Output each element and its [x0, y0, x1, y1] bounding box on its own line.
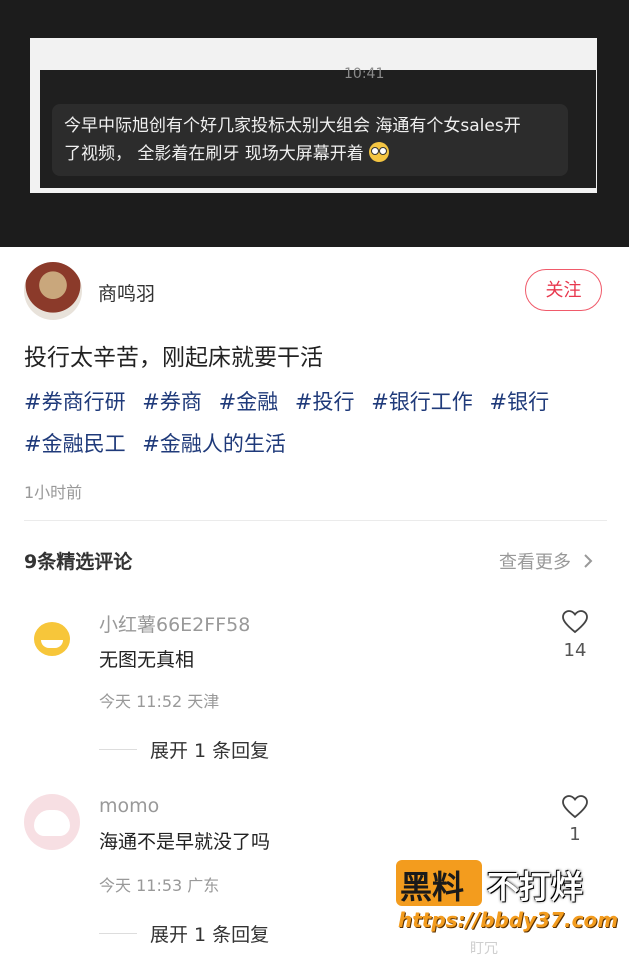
commenter-name[interactable]: 小红薯66E2FF58: [99, 610, 250, 637]
commenter-avatar[interactable]: [24, 794, 80, 850]
tag-link[interactable]: #券商行研: [24, 390, 126, 414]
comments-count-heading: 9条精选评论: [24, 551, 133, 573]
heart-icon[interactable]: [562, 610, 588, 634]
post-title: 投行太辛苦，刚起床就要干活: [24, 345, 323, 371]
chat-message-line1: 今早中际旭创有个好几家投标太别大组会 海通有个女sales开: [64, 116, 521, 136]
comment-text: 海通不是早就没了吗: [99, 831, 271, 853]
cartoon-face-icon: [34, 810, 70, 836]
tag-link[interactable]: #金融人的生活: [142, 432, 286, 456]
tag-link[interactable]: #银行: [489, 390, 549, 414]
reply-connector-line: [99, 749, 137, 750]
chevron-right-icon: [584, 554, 593, 568]
comment-text: 无图无真相: [99, 649, 195, 671]
commenter-name[interactable]: momo: [99, 795, 159, 817]
chat-message-bubble: 今早中际旭创有个好几家投标太别大组会 海通有个女sales开 了视频， 全影着在…: [52, 104, 568, 176]
expand-replies-button[interactable]: 展开 1 条回复: [150, 920, 269, 947]
tag-link[interactable]: #券商: [142, 390, 202, 414]
like-count: 14: [563, 640, 587, 661]
chat-message-line2-wrap: 了视频， 全影着在刷牙 现场大屏幕开着: [64, 140, 556, 168]
reply-connector-line: [99, 933, 137, 934]
see-more-label: 查看更多: [499, 552, 571, 573]
tag-link[interactable]: #投行: [295, 390, 355, 414]
watermark-url: https://bbdy37.com: [398, 908, 619, 932]
divider: [24, 520, 607, 521]
screenshot-time: 10:41: [344, 66, 385, 82]
watermark-brand: 不打烊: [487, 868, 584, 906]
commenter-avatar[interactable]: [26, 610, 82, 666]
heart-icon[interactable]: [562, 795, 588, 819]
watermark-badge: 黑料: [400, 868, 465, 906]
expand-replies-button[interactable]: 展开 1 条回复: [150, 736, 269, 763]
tag-link[interactable]: #银行工作: [371, 390, 473, 414]
see-more-link[interactable]: 查看更多: [499, 548, 593, 574]
flushed-face-icon: [369, 142, 390, 162]
follow-button[interactable]: 关注: [525, 269, 602, 311]
post-tags: #券商行研 #券商 #金融 #投行 #银行工作 #银行 #金融民工 #金融人的生…: [24, 381, 604, 465]
duck-face-icon: [34, 622, 70, 656]
watermark-small-text: 盯冗: [470, 941, 498, 957]
chat-message-line2: 了视频， 全影着在刷牙 现场大屏幕开着: [64, 144, 364, 164]
author-avatar[interactable]: [24, 262, 82, 320]
comment-meta: 今天 11:53 广东: [99, 876, 220, 895]
tag-link[interactable]: #金融: [219, 390, 279, 414]
comment-meta: 今天 11:52 天津: [99, 692, 220, 711]
author-name[interactable]: 商鸣羽: [98, 279, 155, 306]
tag-link[interactable]: #金融民工: [24, 432, 126, 456]
like-count: 1: [569, 824, 581, 845]
post-time: 1小时前: [24, 483, 83, 502]
